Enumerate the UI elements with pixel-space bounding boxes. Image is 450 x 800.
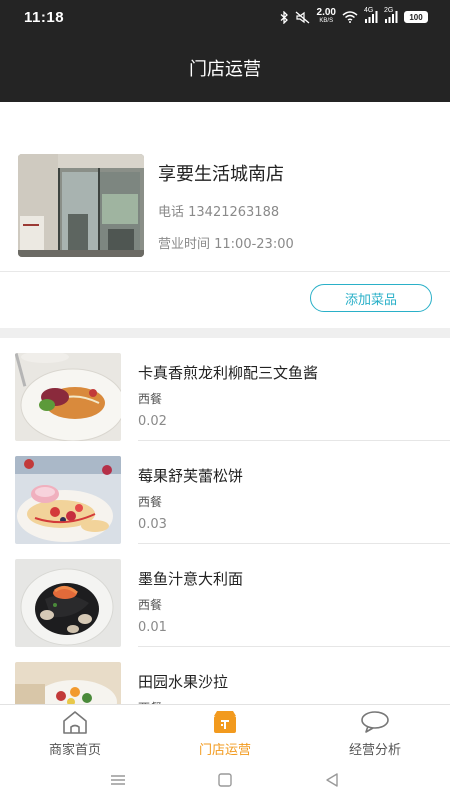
- bluetooth-icon: [280, 10, 289, 24]
- dish-photo: [15, 456, 121, 544]
- signal-4g-icon: 4G: [364, 7, 378, 23]
- battery-level: 100: [409, 12, 423, 22]
- dish-category: 西餐: [138, 495, 163, 509]
- store-name: 享要生活城南店: [158, 164, 284, 185]
- battery-icon: 100: [404, 11, 428, 23]
- back-triangle-icon[interactable]: [320, 768, 344, 792]
- signal-2g-icon: 2G: [384, 7, 398, 23]
- dish-name: 莓果舒芙蕾松饼: [138, 467, 244, 485]
- tab-label: 门店运营: [198, 743, 251, 758]
- tab-store-operations[interactable]: 门店运营: [150, 705, 300, 760]
- divider: [0, 271, 450, 272]
- dish-photo: [15, 559, 121, 647]
- dish-category: 西餐: [138, 392, 163, 406]
- dish-category: 西餐: [138, 598, 163, 612]
- speed-unit: KB/S: [319, 18, 334, 24]
- dish-price: 0.03: [138, 517, 167, 532]
- status-time: 11:18: [24, 9, 65, 26]
- dish-item[interactable]: 卡真香煎龙利柳配三文鱼酱 西餐 0.02: [0, 338, 450, 441]
- page-title: 门店运营: [189, 59, 261, 80]
- section-gap: [0, 328, 450, 338]
- dish-item[interactable]: 田园水果沙拉 西餐: [0, 647, 450, 704]
- network-speed: 2.00 KB/S: [316, 7, 336, 25]
- dish-list[interactable]: 卡真香煎龙利柳配三文鱼酱 西餐 0.02 莓果舒芙蕾松饼 西餐 0.03 墨鱼汁…: [0, 338, 450, 704]
- tab-business-analysis[interactable]: 经营分析: [300, 705, 450, 760]
- dish-name: 墨鱼汁意大利面: [138, 570, 244, 588]
- system-navigation-bar: [0, 760, 450, 800]
- dish-photo: [15, 662, 121, 704]
- bottom-tab-bar: 商家首页 门店运营 经营分析: [0, 704, 450, 760]
- mute-icon: [295, 11, 311, 24]
- dish-price: 0.01: [138, 620, 167, 635]
- home-square-icon[interactable]: [213, 768, 237, 792]
- status-bar: 11:18 2.00 KB/S 4G 2G 100: [0, 0, 450, 34]
- store-hours: 营业时间 11:00-23:00: [158, 237, 294, 252]
- dish-item[interactable]: 墨鱼汁意大利面 西餐 0.01: [0, 544, 450, 647]
- wifi-icon: [342, 11, 358, 23]
- menu-icon[interactable]: [106, 768, 130, 792]
- dish-price: 0.02: [138, 414, 167, 429]
- net1-label: 4G: [364, 7, 374, 14]
- nav-bar: 门店运营: [0, 34, 450, 102]
- tab-merchant-home[interactable]: 商家首页: [0, 705, 150, 760]
- status-icons: 2.00 KB/S 4G 2G 100: [280, 7, 428, 26]
- dish-photo: [15, 353, 121, 441]
- tab-label: 经营分析: [348, 743, 401, 758]
- dish-name: 卡真香煎龙利柳配三文鱼酱: [138, 364, 319, 382]
- home-icon: [60, 709, 90, 735]
- dish-item[interactable]: 莓果舒芙蕾松饼 西餐 0.03: [0, 441, 450, 544]
- store-photo: [18, 154, 144, 257]
- chat-bubble-icon: [360, 709, 390, 735]
- app-screen: 11:18 2.00 KB/S 4G 2G 100 门店运营 享要生活城南店 电…: [0, 0, 450, 800]
- net2-label: 2G: [384, 7, 394, 14]
- add-dish-button[interactable]: 添加菜品: [310, 284, 432, 312]
- tab-label: 商家首页: [48, 743, 101, 758]
- store-card: 享要生活城南店 电话 13421263188 营业时间 11:00-23:00 …: [0, 102, 450, 328]
- store-icon: [210, 709, 240, 735]
- store-phone: 电话 13421263188: [158, 205, 280, 220]
- speed-value: 2.00: [316, 7, 336, 18]
- dish-name: 田园水果沙拉: [138, 673, 229, 691]
